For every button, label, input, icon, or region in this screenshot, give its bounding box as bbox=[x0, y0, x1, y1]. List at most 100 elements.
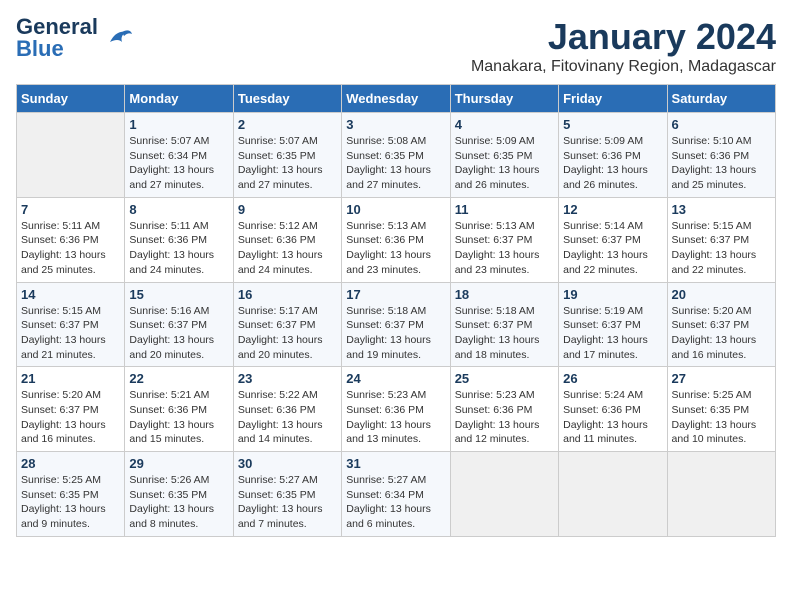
sunset-text: Sunset: 6:36 PM bbox=[21, 234, 99, 246]
daylight-text: Daylight: 13 hours and 24 minutes. bbox=[129, 249, 214, 276]
day-info: Sunrise: 5:16 AM Sunset: 6:37 PM Dayligh… bbox=[129, 304, 228, 363]
calendar-cell: 23 Sunrise: 5:22 AM Sunset: 6:36 PM Dayl… bbox=[233, 367, 341, 452]
weekday-header-sunday: Sunday bbox=[17, 85, 125, 113]
day-number: 2 bbox=[238, 117, 337, 132]
day-number: 26 bbox=[563, 371, 662, 386]
calendar-cell: 20 Sunrise: 5:20 AM Sunset: 6:37 PM Dayl… bbox=[667, 282, 775, 367]
calendar-cell: 15 Sunrise: 5:16 AM Sunset: 6:37 PM Dayl… bbox=[125, 282, 233, 367]
sunset-text: Sunset: 6:36 PM bbox=[563, 404, 641, 416]
day-number: 18 bbox=[455, 287, 554, 302]
weekday-header-friday: Friday bbox=[559, 85, 667, 113]
day-info: Sunrise: 5:09 AM Sunset: 6:36 PM Dayligh… bbox=[563, 134, 662, 193]
logo-bird-icon bbox=[102, 22, 134, 54]
sunrise-text: Sunrise: 5:16 AM bbox=[129, 305, 209, 317]
daylight-text: Daylight: 13 hours and 21 minutes. bbox=[21, 334, 106, 361]
day-info: Sunrise: 5:15 AM Sunset: 6:37 PM Dayligh… bbox=[21, 304, 120, 363]
daylight-text: Daylight: 13 hours and 11 minutes. bbox=[563, 419, 648, 446]
sunset-text: Sunset: 6:37 PM bbox=[21, 404, 99, 416]
daylight-text: Daylight: 13 hours and 12 minutes. bbox=[455, 419, 540, 446]
day-info: Sunrise: 5:13 AM Sunset: 6:37 PM Dayligh… bbox=[455, 219, 554, 278]
calendar-cell: 5 Sunrise: 5:09 AM Sunset: 6:36 PM Dayli… bbox=[559, 113, 667, 198]
calendar-cell: 31 Sunrise: 5:27 AM Sunset: 6:34 PM Dayl… bbox=[342, 452, 450, 537]
calendar-cell: 4 Sunrise: 5:09 AM Sunset: 6:35 PM Dayli… bbox=[450, 113, 558, 198]
day-info: Sunrise: 5:23 AM Sunset: 6:36 PM Dayligh… bbox=[455, 388, 554, 447]
sunrise-text: Sunrise: 5:18 AM bbox=[455, 305, 535, 317]
sunset-text: Sunset: 6:36 PM bbox=[346, 404, 424, 416]
day-info: Sunrise: 5:24 AM Sunset: 6:36 PM Dayligh… bbox=[563, 388, 662, 447]
sunset-text: Sunset: 6:35 PM bbox=[238, 489, 316, 501]
day-info: Sunrise: 5:08 AM Sunset: 6:35 PM Dayligh… bbox=[346, 134, 445, 193]
daylight-text: Daylight: 13 hours and 20 minutes. bbox=[238, 334, 323, 361]
day-number: 10 bbox=[346, 202, 445, 217]
sunset-text: Sunset: 6:37 PM bbox=[129, 319, 207, 331]
daylight-text: Daylight: 13 hours and 26 minutes. bbox=[455, 164, 540, 191]
sunrise-text: Sunrise: 5:10 AM bbox=[672, 135, 752, 147]
sunrise-text: Sunrise: 5:26 AM bbox=[129, 474, 209, 486]
sunrise-text: Sunrise: 5:19 AM bbox=[563, 305, 643, 317]
daylight-text: Daylight: 13 hours and 20 minutes. bbox=[129, 334, 214, 361]
sunrise-text: Sunrise: 5:25 AM bbox=[672, 389, 752, 401]
sunset-text: Sunset: 6:37 PM bbox=[563, 319, 641, 331]
calendar-week-row: 7 Sunrise: 5:11 AM Sunset: 6:36 PM Dayli… bbox=[17, 197, 776, 282]
daylight-text: Daylight: 13 hours and 15 minutes. bbox=[129, 419, 214, 446]
daylight-text: Daylight: 13 hours and 22 minutes. bbox=[563, 249, 648, 276]
sunset-text: Sunset: 6:35 PM bbox=[672, 404, 750, 416]
day-number: 4 bbox=[455, 117, 554, 132]
calendar-cell: 8 Sunrise: 5:11 AM Sunset: 6:36 PM Dayli… bbox=[125, 197, 233, 282]
daylight-text: Daylight: 13 hours and 27 minutes. bbox=[129, 164, 214, 191]
day-info: Sunrise: 5:27 AM Sunset: 6:34 PM Dayligh… bbox=[346, 473, 445, 532]
day-number: 25 bbox=[455, 371, 554, 386]
calendar-cell: 17 Sunrise: 5:18 AM Sunset: 6:37 PM Dayl… bbox=[342, 282, 450, 367]
weekday-header-wednesday: Wednesday bbox=[342, 85, 450, 113]
logo: General Blue bbox=[16, 16, 134, 60]
daylight-text: Daylight: 13 hours and 13 minutes. bbox=[346, 419, 431, 446]
sunrise-text: Sunrise: 5:13 AM bbox=[455, 220, 535, 232]
calendar-cell: 28 Sunrise: 5:25 AM Sunset: 6:35 PM Dayl… bbox=[17, 452, 125, 537]
calendar-cell: 21 Sunrise: 5:20 AM Sunset: 6:37 PM Dayl… bbox=[17, 367, 125, 452]
sunrise-text: Sunrise: 5:08 AM bbox=[346, 135, 426, 147]
day-info: Sunrise: 5:07 AM Sunset: 6:34 PM Dayligh… bbox=[129, 134, 228, 193]
day-info: Sunrise: 5:18 AM Sunset: 6:37 PM Dayligh… bbox=[346, 304, 445, 363]
calendar-cell: 26 Sunrise: 5:24 AM Sunset: 6:36 PM Dayl… bbox=[559, 367, 667, 452]
day-number: 17 bbox=[346, 287, 445, 302]
day-info: Sunrise: 5:21 AM Sunset: 6:36 PM Dayligh… bbox=[129, 388, 228, 447]
calendar-week-row: 14 Sunrise: 5:15 AM Sunset: 6:37 PM Dayl… bbox=[17, 282, 776, 367]
daylight-text: Daylight: 13 hours and 23 minutes. bbox=[455, 249, 540, 276]
month-title: January 2024 bbox=[471, 16, 776, 58]
sunrise-text: Sunrise: 5:21 AM bbox=[129, 389, 209, 401]
day-number: 8 bbox=[129, 202, 228, 217]
day-number: 29 bbox=[129, 456, 228, 471]
day-info: Sunrise: 5:17 AM Sunset: 6:37 PM Dayligh… bbox=[238, 304, 337, 363]
calendar-week-row: 28 Sunrise: 5:25 AM Sunset: 6:35 PM Dayl… bbox=[17, 452, 776, 537]
day-info: Sunrise: 5:10 AM Sunset: 6:36 PM Dayligh… bbox=[672, 134, 771, 193]
sunset-text: Sunset: 6:37 PM bbox=[672, 234, 750, 246]
calendar-table: SundayMondayTuesdayWednesdayThursdayFrid… bbox=[16, 84, 776, 537]
calendar-cell: 22 Sunrise: 5:21 AM Sunset: 6:36 PM Dayl… bbox=[125, 367, 233, 452]
sunset-text: Sunset: 6:36 PM bbox=[346, 234, 424, 246]
weekday-header-monday: Monday bbox=[125, 85, 233, 113]
day-number: 11 bbox=[455, 202, 554, 217]
calendar-cell: 6 Sunrise: 5:10 AM Sunset: 6:36 PM Dayli… bbox=[667, 113, 775, 198]
day-number: 6 bbox=[672, 117, 771, 132]
calendar-cell: 25 Sunrise: 5:23 AM Sunset: 6:36 PM Dayl… bbox=[450, 367, 558, 452]
daylight-text: Daylight: 13 hours and 16 minutes. bbox=[21, 419, 106, 446]
sunrise-text: Sunrise: 5:23 AM bbox=[346, 389, 426, 401]
calendar-cell: 13 Sunrise: 5:15 AM Sunset: 6:37 PM Dayl… bbox=[667, 197, 775, 282]
sunrise-text: Sunrise: 5:20 AM bbox=[21, 389, 101, 401]
sunset-text: Sunset: 6:37 PM bbox=[563, 234, 641, 246]
sunset-text: Sunset: 6:35 PM bbox=[21, 489, 99, 501]
sunset-text: Sunset: 6:36 PM bbox=[238, 404, 316, 416]
calendar-cell: 24 Sunrise: 5:23 AM Sunset: 6:36 PM Dayl… bbox=[342, 367, 450, 452]
daylight-text: Daylight: 13 hours and 18 minutes. bbox=[455, 334, 540, 361]
day-number: 13 bbox=[672, 202, 771, 217]
calendar-cell: 30 Sunrise: 5:27 AM Sunset: 6:35 PM Dayl… bbox=[233, 452, 341, 537]
sunrise-text: Sunrise: 5:11 AM bbox=[21, 220, 100, 232]
calendar-cell: 16 Sunrise: 5:17 AM Sunset: 6:37 PM Dayl… bbox=[233, 282, 341, 367]
sunrise-text: Sunrise: 5:20 AM bbox=[672, 305, 752, 317]
day-number: 27 bbox=[672, 371, 771, 386]
day-number: 9 bbox=[238, 202, 337, 217]
day-info: Sunrise: 5:20 AM Sunset: 6:37 PM Dayligh… bbox=[672, 304, 771, 363]
day-info: Sunrise: 5:26 AM Sunset: 6:35 PM Dayligh… bbox=[129, 473, 228, 532]
daylight-text: Daylight: 13 hours and 26 minutes. bbox=[563, 164, 648, 191]
sunrise-text: Sunrise: 5:07 AM bbox=[129, 135, 209, 147]
